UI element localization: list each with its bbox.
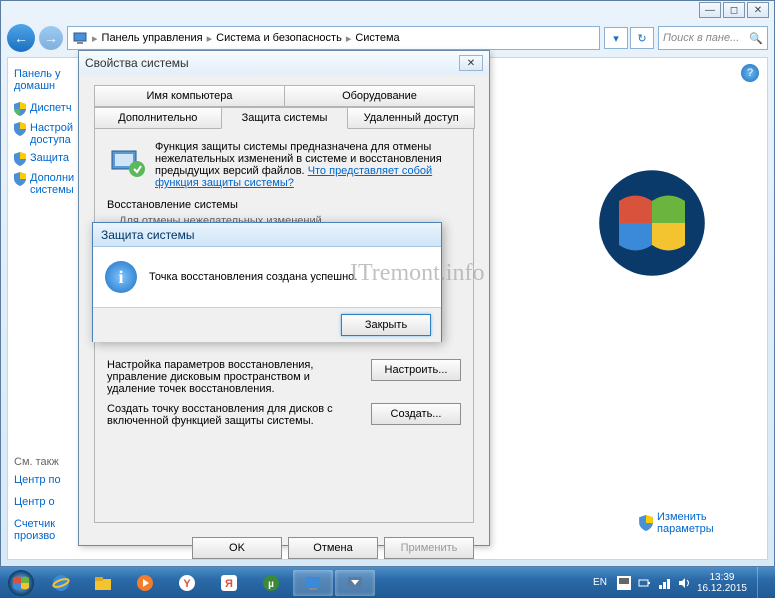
svg-text:Y: Y: [183, 578, 191, 590]
svg-text:µ: µ: [268, 579, 274, 590]
cancel-button[interactable]: Отмена: [288, 537, 378, 559]
messagebox-title: Защита системы: [101, 228, 194, 242]
create-button[interactable]: Создать...: [371, 403, 461, 425]
update-center-link[interactable]: Центр о: [14, 496, 72, 508]
help-icon[interactable]: ?: [741, 64, 759, 82]
show-desktop-button[interactable]: [757, 567, 767, 598]
back-button[interactable]: ←: [7, 24, 35, 52]
perf-counters-link[interactable]: Счетчик произво: [14, 518, 72, 542]
change-settings-link[interactable]: Изменить параметры: [639, 511, 727, 535]
history-dropdown[interactable]: ▾: [604, 27, 628, 49]
svg-text:Я: Я: [225, 578, 233, 590]
forward-button[interactable]: →: [39, 26, 63, 50]
control-panel-home-link[interactable]: Панель у домашн: [14, 68, 72, 92]
restore-icon: [107, 141, 147, 181]
tab-advanced[interactable]: Дополнительно: [94, 107, 222, 129]
ok-button[interactable]: OK: [192, 537, 282, 559]
tray-network-icon[interactable]: [657, 576, 671, 590]
dialog-close-button[interactable]: ✕: [459, 55, 483, 71]
maximize-button[interactable]: ◻: [723, 2, 745, 18]
shield-icon: [14, 122, 26, 136]
minimize-button[interactable]: —: [699, 2, 721, 18]
sidebar-item-protection[interactable]: Защита: [14, 152, 72, 166]
apply-button: Применить: [384, 537, 474, 559]
computer-icon: [72, 30, 88, 46]
language-indicator[interactable]: EN: [589, 575, 611, 590]
close-button[interactable]: ✕: [747, 2, 769, 18]
tab-remote[interactable]: Удаленный доступ: [347, 107, 475, 129]
see-also-label: См. такж: [14, 456, 72, 468]
protection-description: Функция защиты системы предназначена для…: [155, 141, 461, 189]
search-icon: 🔍: [749, 32, 763, 45]
messagebox-text: Точка восстановления создана успешно.: [149, 271, 357, 283]
sidebar: Панель у домашн Диспетч Настрой доступа …: [8, 58, 78, 559]
sidebar-item-device-manager[interactable]: Диспетч: [14, 102, 72, 116]
tray-volume-icon[interactable]: [677, 576, 691, 590]
breadcrumb-control-panel[interactable]: Панель управления: [102, 32, 203, 44]
start-button[interactable]: [2, 569, 40, 597]
sidebar-item-advanced[interactable]: Дополни системы: [14, 172, 72, 196]
shield-icon: [639, 515, 653, 531]
shield-icon: [14, 102, 26, 116]
breadcrumb-system[interactable]: Система: [355, 32, 399, 44]
taskbar-explorer[interactable]: [83, 570, 123, 596]
info-icon: i: [105, 261, 137, 293]
tab-hardware[interactable]: Оборудование: [284, 85, 475, 107]
breadcrumb-system-security[interactable]: Система и безопасность: [216, 32, 342, 44]
configure-button[interactable]: Настроить...: [371, 359, 461, 381]
restore-group-label: Восстановление системы: [107, 199, 461, 211]
close-button[interactable]: Закрыть: [341, 314, 431, 336]
shield-icon: [14, 152, 26, 166]
taskbar-media[interactable]: [125, 570, 165, 596]
sidebar-item-remote[interactable]: Настрой доступа: [14, 122, 72, 146]
action-center-link[interactable]: Центр по: [14, 474, 72, 486]
tab-system-protection[interactable]: Защита системы: [221, 107, 349, 129]
create-text: Создать точку восстановления для дисков …: [107, 403, 361, 427]
system-tray: EN 13:39 16.12.2015: [589, 567, 773, 598]
windows-logo: [597, 168, 707, 278]
success-messagebox: Защита системы i Точка восстановления со…: [92, 222, 442, 342]
configure-text: Настройка параметров восстановления, упр…: [107, 359, 361, 395]
refresh-button[interactable]: ↻: [630, 27, 654, 49]
shield-icon: [14, 172, 26, 186]
taskbar-yandex-2[interactable]: Я: [209, 570, 249, 596]
taskbar-app-2[interactable]: [335, 570, 375, 596]
tab-computer-name[interactable]: Имя компьютера: [94, 85, 285, 107]
dialog-title: Свойства системы: [85, 56, 189, 70]
taskbar-ie[interactable]: [41, 570, 81, 596]
search-input[interactable]: Поиск в пане... 🔍: [658, 26, 768, 50]
clock[interactable]: 13:39 16.12.2015: [697, 572, 747, 594]
taskbar: Y Я µ EN 13:39 16.12.2015: [0, 567, 775, 598]
tray-battery-icon[interactable]: [637, 576, 651, 590]
taskbar-yandex[interactable]: Y: [167, 570, 207, 596]
tray-flag-icon[interactable]: [617, 576, 631, 590]
taskbar-utorrent[interactable]: µ: [251, 570, 291, 596]
address-bar[interactable]: ▸ Панель управления ▸ Система и безопасн…: [67, 26, 600, 50]
taskbar-app-1[interactable]: [293, 570, 333, 596]
